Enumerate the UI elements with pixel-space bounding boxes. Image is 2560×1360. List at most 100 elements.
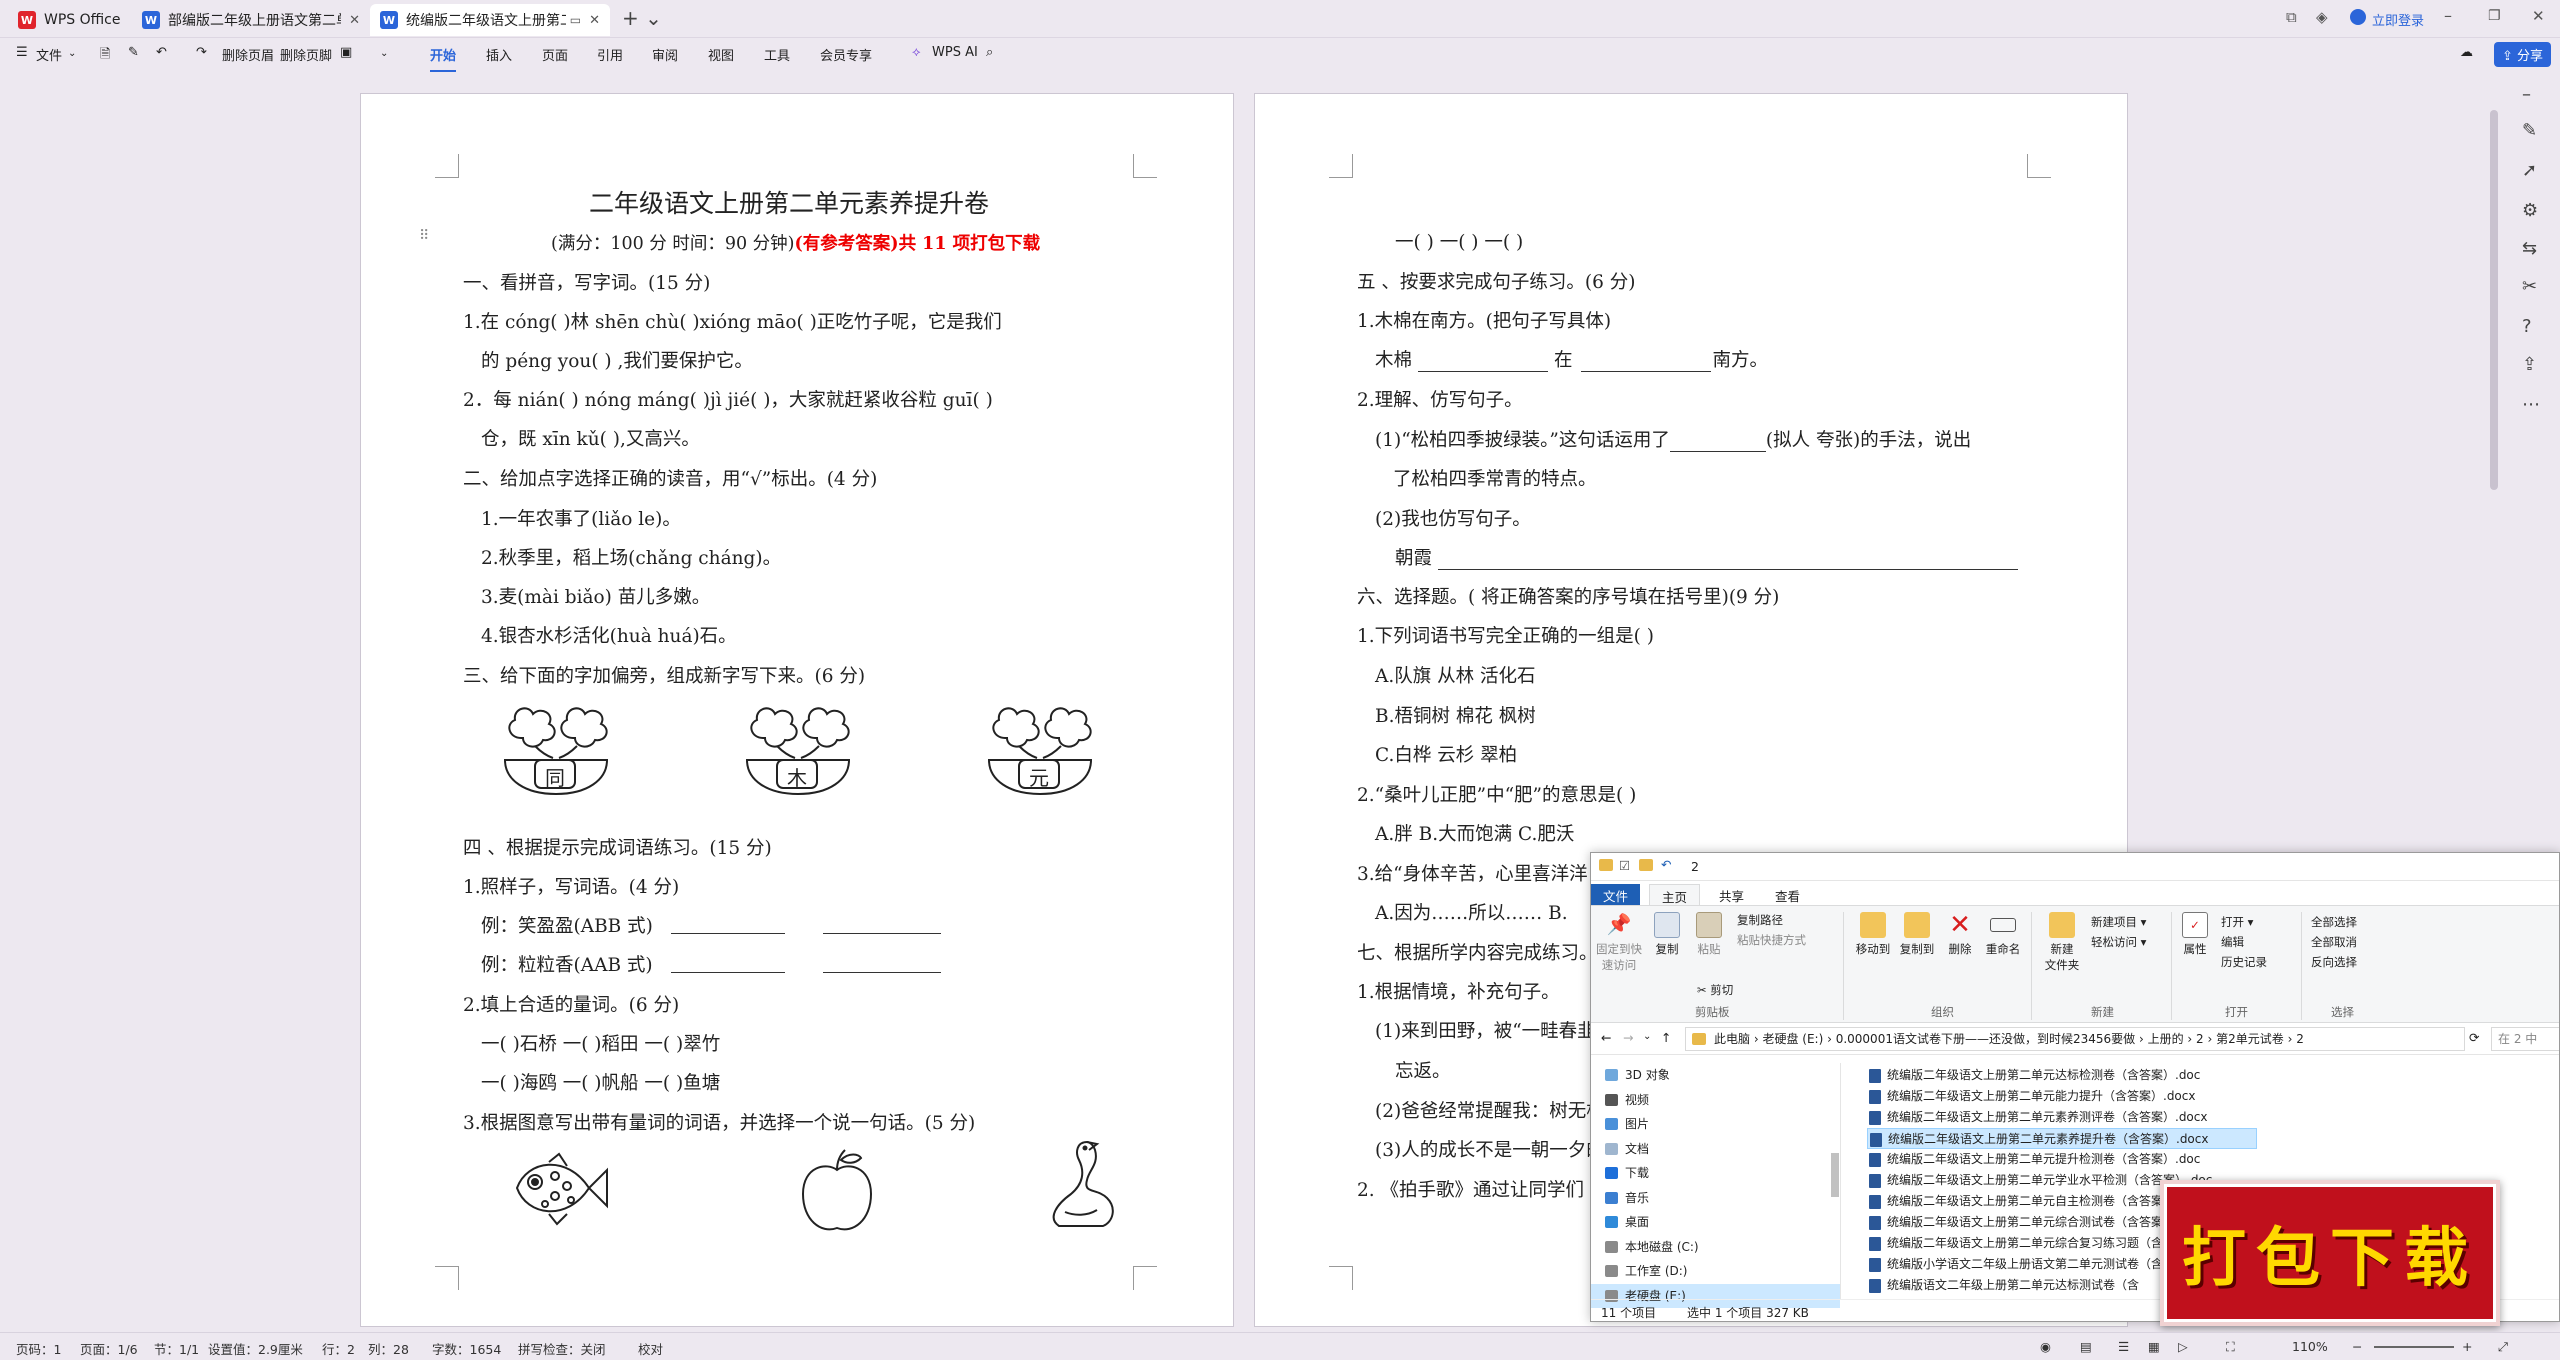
new-tab-icon[interactable]: + ⌄ [622,6,662,30]
answer-blank[interactable] [823,953,941,973]
more-icon[interactable]: ⋯ [2522,394,2540,415]
select-none-button[interactable]: 全部取消 [2311,934,2357,950]
path-segment[interactable]: 0.000001语文试卷下册——还没做，到时候23456要做 [1836,1032,2135,1046]
minimize-icon[interactable]: – [2444,6,2452,25]
pen-icon[interactable]: ✎ [2522,120,2537,141]
file-item[interactable]: 统编版二年级语文上册第二单元能力提升（含答案）.docx [1867,1086,2559,1107]
answer-blank[interactable] [1580,352,1711,372]
zoom-in-icon[interactable]: + [2462,1339,2472,1354]
picture-icon[interactable]: ▣ [340,45,352,60]
chevron-down-icon[interactable]: ⌄ [380,48,388,59]
easy-access-button[interactable]: 轻松访问 ▾ [2091,934,2146,950]
edit-button[interactable]: 编辑 [2221,934,2244,950]
proofread[interactable]: 校对 [638,1339,663,1358]
delete-button[interactable]: ✕ 删除 [1943,912,1977,957]
menu-tools[interactable]: 工具 [764,45,790,64]
paste-button[interactable]: 粘贴 [1689,912,1729,957]
answer-blank[interactable] [671,953,785,973]
wps-ai-button[interactable]: WPS AI [932,45,978,60]
eye-icon[interactable]: ◉ [2040,1339,2051,1354]
file-item[interactable]: 统编版二年级语文上册第二单元提升检测卷（含答案）.doc [1867,1149,2559,1170]
path-segment[interactable]: 第2单元试卷 [2216,1032,2284,1046]
move-handle-icon[interactable]: ⠿ [419,228,429,244]
word-count[interactable]: 字数：1654 [432,1339,501,1358]
tab-wps-office[interactable]: W WPS Office [8,4,132,36]
page-number[interactable]: 页码：1 [16,1339,61,1358]
delete-footer-button[interactable]: 删除页脚 [280,45,332,64]
col-info[interactable]: 列：28 [368,1339,409,1358]
pin-button[interactable]: 📌 固定到快 速访问 [1595,912,1643,973]
close-tab-icon[interactable]: ✕ [349,13,360,28]
nav-item[interactable]: 本地磁盘 (C:) [1591,1235,1840,1260]
address-bar[interactable]: 此电脑 › 老硬盘 (E:) › 0.000001语文试卷下册——还没做，到时候… [1685,1027,2465,1051]
file-item-selected[interactable]: 统编版二年级语文上册第二单元素养提升卷（含答案）.docx [1867,1128,2257,1149]
web-view-icon[interactable]: ▦ [2148,1339,2160,1354]
page-view-icon[interactable]: ▤ [2080,1339,2092,1354]
outline-view-icon[interactable]: ☰ [2118,1339,2129,1354]
nav-item[interactable]: 视频 [1591,1088,1840,1113]
cursor-icon[interactable]: ➚ [2522,160,2537,181]
setting-value[interactable]: 设置值：2.9厘米 [208,1339,303,1358]
collapse-icon[interactable]: – [2522,84,2531,105]
invert-selection-button[interactable]: 反向选择 [2311,954,2357,970]
tab-document-1[interactable]: W 部编版二年级上册语文第二单元测 ✕ [132,4,370,36]
answer-blank[interactable] [823,914,941,934]
spell-check[interactable]: 拼写检查：关闭 [518,1339,606,1358]
answer-blank[interactable] [1418,352,1549,372]
share-side-icon[interactable]: ⇪ [2522,354,2537,375]
chevron-down-icon[interactable]: ⌄ [68,48,76,59]
properties-icon[interactable]: ☑ [1619,858,1630,873]
new-item-button[interactable]: 新建项目 ▾ [2091,914,2146,930]
cut-button[interactable]: ✂ 剪切 [1697,982,1733,998]
window-icon[interactable]: ⧉ [2286,8,2297,26]
page-count[interactable]: 页面：1/6 [80,1339,138,1358]
settings-icon[interactable]: ⚙ [2522,200,2538,221]
path-segment[interactable]: 2 [2196,1032,2204,1046]
path-segment[interactable]: 老硬盘 (E:) [1762,1032,1823,1046]
hamburger-icon[interactable]: ☰ [16,45,28,60]
select-all-button[interactable]: 全部选择 [2311,914,2357,930]
forward-icon[interactable]: → [1623,1030,1633,1045]
menu-member[interactable]: 会员专享 [820,45,872,64]
nav-scrollbar[interactable] [1831,1153,1839,1197]
tools-icon[interactable]: ✂ [2522,276,2537,297]
fit-icon[interactable]: ⤢ [2498,1339,2508,1355]
path-segment[interactable]: 此电脑 [1714,1032,1750,1046]
copy-path-button[interactable]: 复制路径 [1737,912,1783,928]
section-info[interactable]: 节：1/1 [154,1339,199,1358]
redo-icon[interactable]: ↷ [196,45,207,60]
copy-to-button[interactable]: 复制到 [1897,912,1937,957]
menu-reference[interactable]: 引用 [597,45,623,64]
nav-item[interactable]: 工作室 (D:) [1591,1259,1840,1284]
new-folder-button[interactable]: 新建 文件夹 [2039,912,2085,973]
new-folder-icon[interactable] [1639,859,1653,871]
save-icon[interactable]: 🗎 [100,45,110,67]
undo-icon[interactable]: ↶ [156,45,167,60]
help-icon[interactable]: ? [2522,316,2532,337]
login-link[interactable]: 立即登录 [2372,10,2424,29]
paste-shortcut-button[interactable]: 粘贴快捷方式 [1737,932,1806,948]
close-tab-icon[interactable]: ✕ [589,13,600,28]
menu-view[interactable]: 视图 [708,45,734,64]
zoom-slider[interactable] [2374,1346,2454,1348]
answer-blank[interactable] [671,914,785,934]
menu-insert[interactable]: 插入 [486,45,512,64]
ribbon-tab-view[interactable]: 查看 [1763,884,1812,907]
menu-review[interactable]: 审阅 [652,45,678,64]
nav-item[interactable]: 桌面 [1591,1210,1840,1235]
up-icon[interactable]: ↑ [1661,1030,1671,1045]
path-segment[interactable]: 2 [2296,1032,2304,1046]
file-item[interactable]: 统编版二年级语文上册第二单元素养测评卷（含答案）.docx [1867,1107,2559,1128]
nav-item[interactable]: 3D 对象 [1591,1063,1840,1088]
vertical-scrollbar[interactable] [2490,110,2498,490]
search-box[interactable]: 在 2 中 [2491,1027,2559,1051]
focus-icon[interactable]: ⛶ [2226,1339,2235,1355]
zoom-level[interactable]: 110% [2292,1339,2328,1354]
close-window-icon[interactable]: ✕ [2532,7,2545,25]
screen-icon[interactable]: ▭ [570,13,581,27]
nav-item[interactable]: 文档 [1591,1137,1840,1162]
translate-icon[interactable]: ⇆ [2522,238,2537,259]
restore-icon[interactable]: ❐ [2488,8,2501,24]
open-button[interactable]: 打开 ▾ [2221,914,2253,930]
back-icon[interactable]: ← [1601,1030,1611,1045]
